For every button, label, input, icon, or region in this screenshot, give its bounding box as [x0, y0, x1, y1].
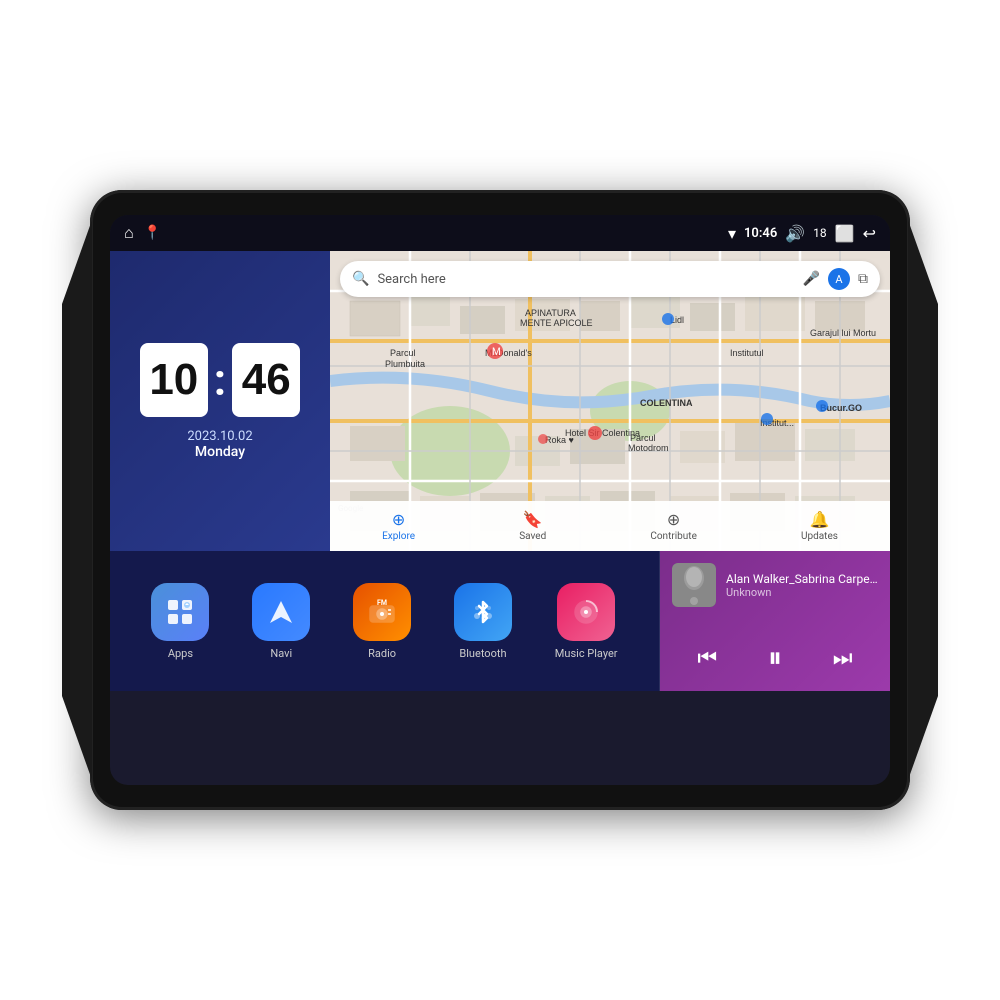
music-next-button[interactable]: ⏭: [823, 642, 863, 675]
bluetooth-label: Bluetooth: [459, 647, 506, 660]
map-bottom-bar: ⊕ Explore 🔖 Saved ⊕ Contribute 🔔: [330, 501, 890, 551]
music-info: Alan Walker_Sabrina Carpenter_F... Unkno…: [672, 563, 878, 607]
map-search-icons: 🎤 A ⧉: [803, 268, 868, 290]
app-shortcuts: Apps Navi: [110, 551, 660, 691]
svg-text:Parcul: Parcul: [630, 433, 656, 443]
music-label: Music Player: [555, 647, 618, 660]
svg-text:FM: FM: [377, 599, 387, 607]
window-icon[interactable]: ⬜: [835, 224, 855, 243]
map-nav-updates-label: Updates: [801, 531, 838, 542]
apps-label: Apps: [168, 647, 193, 660]
radio-label: Radio: [368, 647, 396, 660]
maps-icon[interactable]: 📍: [144, 225, 161, 241]
map-nav-contribute-label: Contribute: [650, 531, 697, 542]
svg-text:Parcul: Parcul: [390, 348, 416, 358]
svg-text:Hotel Sir Colentina: Hotel Sir Colentina: [565, 428, 640, 438]
music-play-button[interactable]: ⏸: [758, 637, 792, 679]
map-search-text: Search here: [377, 272, 794, 287]
music-title: Alan Walker_Sabrina Carpenter_F...: [726, 572, 878, 586]
music-thumbnail: [672, 563, 716, 607]
map-widget[interactable]: COLENTINA Parcul Plumbuita McDonald's Ho…: [330, 251, 890, 551]
svg-text:APINATURA: APINATURA: [525, 308, 576, 318]
home-icon[interactable]: ⌂: [124, 223, 134, 243]
search-icon: 🔍: [352, 271, 369, 287]
navi-icon: [252, 583, 310, 641]
app-icon-wrapper-music[interactable]: Music Player: [555, 583, 618, 660]
status-bar: ⌂ 📍 ▾ 10:46 🔊 18 ⬜ ↩: [110, 215, 890, 251]
volume-icon: 🔊: [785, 224, 805, 243]
svg-text:Roka ♥: Roka ♥: [545, 435, 574, 445]
clock-widget: 10 : 46 2023.10.02 Monday: [110, 251, 330, 551]
clock-minute: 46: [232, 343, 300, 417]
map-nav-saved[interactable]: 🔖 Saved: [519, 510, 546, 542]
music-icon: [557, 583, 615, 641]
mic-icon[interactable]: 🎤: [803, 271, 820, 287]
screen: ⌂ 📍 ▾ 10:46 🔊 18 ⬜ ↩ 10 :: [110, 215, 890, 785]
app-icon-wrapper-bluetooth[interactable]: Bluetooth: [454, 583, 512, 660]
svg-text:MENTE APICOLE: MENTE APICOLE: [520, 318, 593, 328]
svg-text:Institutul: Institutul: [730, 348, 764, 358]
map-nav-saved-label: Saved: [519, 531, 546, 542]
svg-text:Motodrom: Motodrom: [628, 443, 669, 453]
clock-date: 2023.10.02 Monday: [187, 429, 252, 460]
clock-display: 10 : 46: [140, 343, 300, 417]
battery-level: 18: [813, 226, 827, 240]
wifi-icon: ▾: [728, 224, 736, 243]
status-bar-left: ⌂ 📍: [124, 223, 161, 243]
car-head-unit: ⌂ 📍 ▾ 10:46 🔊 18 ⬜ ↩ 10 :: [90, 190, 910, 810]
svg-text:M: M: [492, 347, 501, 358]
status-bar-right: ▾ 10:46 🔊 18 ⬜ ↩: [728, 224, 876, 243]
back-icon[interactable]: ↩: [863, 224, 876, 243]
radio-icon: FM: [353, 583, 411, 641]
svg-text:Garajul lui Mortu: Garajul lui Mortu: [810, 328, 876, 338]
map-nav-contribute[interactable]: ⊕ Contribute: [650, 510, 697, 542]
account-icon[interactable]: A: [828, 268, 850, 290]
navi-label: Navi: [270, 647, 292, 660]
clock-hour: 10: [140, 343, 208, 417]
music-artist: Unknown: [726, 586, 878, 599]
apps-icon: [151, 583, 209, 641]
status-time: 10:46: [744, 226, 777, 241]
app-icon-wrapper-apps[interactable]: Apps: [151, 583, 209, 660]
music-controls: ⏮ ⏸ ⏭: [672, 637, 878, 679]
music-prev-button[interactable]: ⏮: [687, 642, 727, 675]
clock-date-text: 2023.10.02: [187, 429, 252, 444]
saved-icon: 🔖: [523, 510, 543, 529]
music-text: Alan Walker_Sabrina Carpenter_F... Unkno…: [726, 572, 878, 599]
layers-icon[interactable]: ⧉: [858, 271, 868, 287]
map-nav-explore-label: Explore: [382, 531, 415, 542]
svg-text:Plumbuita: Plumbuita: [385, 359, 425, 369]
app-icon-wrapper-radio[interactable]: FM Radio: [353, 583, 411, 660]
clock-colon: :: [214, 354, 226, 406]
updates-icon: 🔔: [810, 510, 830, 529]
clock-day-text: Monday: [187, 444, 252, 460]
contribute-icon: ⊕: [667, 510, 680, 529]
svg-text:COLENTINA: COLENTINA: [640, 398, 693, 408]
music-player: Alan Walker_Sabrina Carpenter_F... Unkno…: [660, 551, 890, 691]
map-search-bar[interactable]: 🔍 Search here 🎤 A ⧉: [340, 261, 880, 297]
bottom-section: Apps Navi: [110, 551, 890, 691]
bluetooth-icon-app: [454, 583, 512, 641]
app-icon-wrapper-navi[interactable]: Navi: [252, 583, 310, 660]
top-section: 10 : 46 2023.10.02 Monday: [110, 251, 890, 551]
map-nav-explore[interactable]: ⊕ Explore: [382, 510, 415, 542]
map-nav-updates[interactable]: 🔔 Updates: [801, 510, 838, 542]
main-area: 10 : 46 2023.10.02 Monday: [110, 251, 890, 785]
explore-icon: ⊕: [392, 510, 405, 529]
